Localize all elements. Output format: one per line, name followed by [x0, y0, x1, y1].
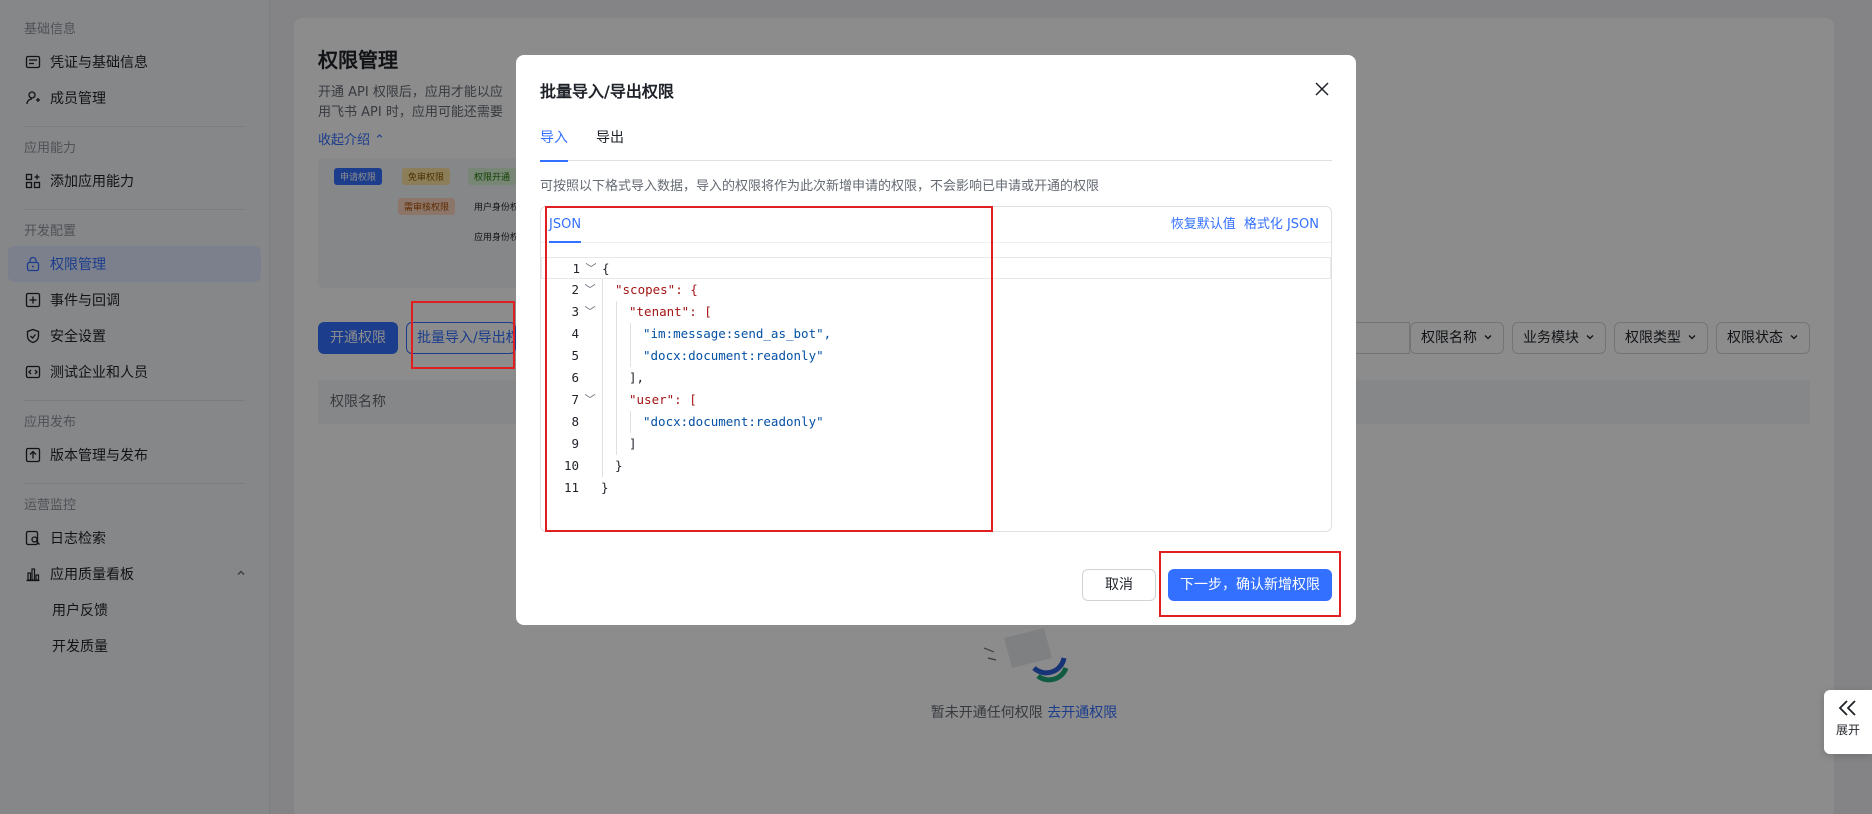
format-json-link[interactable]: 格式化 JSON	[1244, 207, 1319, 243]
expand-panel-button[interactable]: 展开	[1824, 690, 1872, 754]
expand-label: 展开	[1835, 723, 1860, 737]
restore-default-link[interactable]: 恢复默认值	[1171, 207, 1236, 243]
dialog-tabs: 导入 导出	[540, 125, 1332, 162]
tab-export[interactable]: 导出	[596, 125, 624, 161]
highlight-bulk-button	[411, 301, 515, 369]
editor-actions: 恢复默认值 格式化 JSON	[1171, 207, 1319, 243]
double-chevron-left-icon	[1824, 698, 1872, 721]
cancel-button[interactable]: 取消	[1082, 569, 1156, 601]
highlight-json-editor	[545, 206, 993, 532]
import-hint: 可按照以下格式导入数据，导入的权限将作为此次新增申请的权限，不会影响已申请或开通…	[540, 179, 1100, 194]
tab-import[interactable]: 导入	[540, 125, 568, 162]
dialog-title: 批量导入/导出权限	[540, 82, 674, 101]
highlight-next-button	[1159, 551, 1341, 617]
close-icon[interactable]	[1310, 77, 1334, 101]
